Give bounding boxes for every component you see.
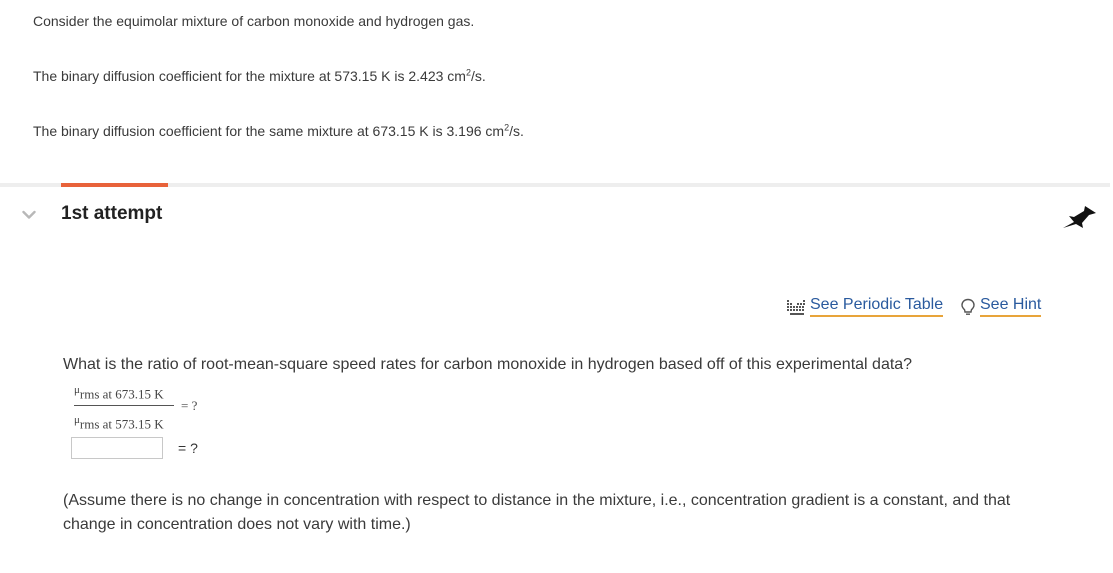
- numerator-label: rms at 673.15 K: [79, 386, 164, 402]
- fraction-denominator: μrms at 573.15 K: [74, 414, 164, 432]
- active-attempt-indicator: [61, 183, 168, 187]
- pin-icon[interactable]: [1061, 203, 1097, 229]
- assumption-note: (Assume there is no change in concentrat…: [63, 492, 1011, 533]
- answer-equals: = ?: [178, 440, 198, 456]
- intro-line-2: The binary diffusion coefficient for the…: [33, 68, 486, 84]
- intro-line-3-unit: /s.: [509, 123, 524, 139]
- fraction-bar: [74, 405, 174, 406]
- intro-line-3-text: The binary diffusion coefficient for the…: [33, 123, 505, 139]
- fraction-equals: = ?: [181, 398, 198, 413]
- fraction-numerator: μrms at 673.15 K: [74, 384, 164, 402]
- see-hint-link[interactable]: See Hint: [960, 296, 1042, 317]
- answer-input[interactable]: [71, 437, 163, 459]
- periodic-table-icon: [787, 299, 805, 315]
- intro-line-1: Consider the equimolar mixture of carbon…: [33, 13, 475, 29]
- hint-label: See Hint: [980, 296, 1042, 317]
- denominator-label: rms at 573.15 K: [79, 416, 164, 432]
- see-periodic-table-link[interactable]: See Periodic Table: [786, 296, 944, 317]
- question-text: What is the ratio of root-mean-square sp…: [63, 356, 913, 373]
- lightbulb-icon: [961, 298, 975, 315]
- intro-line-2-unit: /s.: [470, 68, 486, 84]
- intro-line-3: The binary diffusion coefficient for the…: [33, 123, 524, 139]
- attempt-title: 1st attempt: [61, 203, 163, 224]
- periodic-table-label: See Periodic Table: [810, 296, 944, 317]
- intro-line-2-text: The binary diffusion coefficient for the…: [33, 68, 466, 84]
- chevron-down-icon[interactable]: [22, 210, 36, 220]
